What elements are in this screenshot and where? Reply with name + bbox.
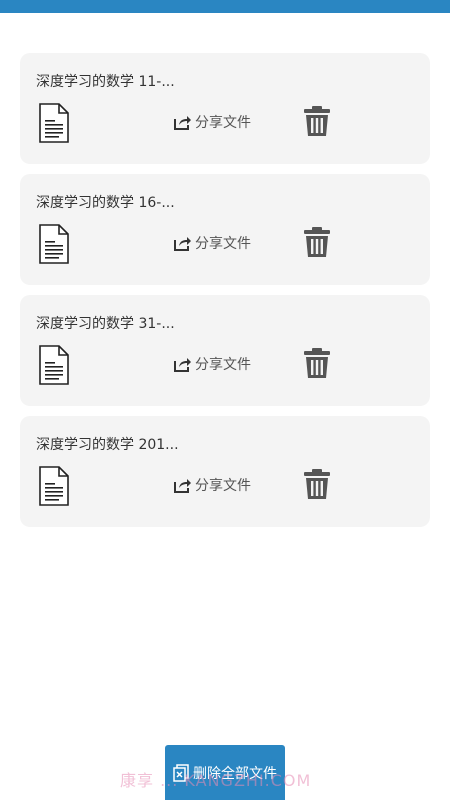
share-file-button[interactable]: 分享文件 xyxy=(174,353,251,375)
file-card[interactable]: 深度学习的数学 201... 分享文件 xyxy=(20,416,430,527)
delete-all-icon xyxy=(173,763,189,782)
delete-all-files-button[interactable]: 删除全部文件 xyxy=(165,745,285,800)
share-file-label: 分享文件 xyxy=(195,357,251,373)
file-title: 深度学习的数学 201... xyxy=(36,437,179,453)
trash-icon[interactable] xyxy=(303,226,331,258)
share-icon xyxy=(174,237,191,251)
file-card[interactable]: 深度学习的数学 11-... 分享文件 xyxy=(20,53,430,164)
share-file-button[interactable]: 分享文件 xyxy=(174,111,251,133)
file-title: 深度学习的数学 16-... xyxy=(36,195,175,211)
trash-icon[interactable] xyxy=(303,468,331,500)
file-list: 深度学习的数学 11-... 分享文件 深度学习的数学 16-... 分享文件 … xyxy=(20,53,430,537)
share-file-label: 分享文件 xyxy=(195,236,251,252)
document-icon xyxy=(39,103,69,143)
share-icon xyxy=(174,116,191,130)
file-card[interactable]: 深度学习的数学 31-... 分享文件 xyxy=(20,295,430,406)
share-icon xyxy=(174,358,191,372)
file-title: 深度学习的数学 31-... xyxy=(36,316,175,332)
document-icon xyxy=(39,345,69,385)
status-bar xyxy=(0,0,450,13)
trash-icon[interactable] xyxy=(303,347,331,379)
share-file-label: 分享文件 xyxy=(195,115,251,131)
file-card[interactable]: 深度学习的数学 16-... 分享文件 xyxy=(20,174,430,285)
share-file-button[interactable]: 分享文件 xyxy=(174,474,251,496)
share-file-label: 分享文件 xyxy=(195,478,251,494)
delete-all-files-label: 删除全部文件 xyxy=(193,765,277,782)
document-icon xyxy=(39,466,69,506)
document-icon xyxy=(39,224,69,264)
share-file-button[interactable]: 分享文件 xyxy=(174,232,251,254)
file-title: 深度学习的数学 11-... xyxy=(36,74,175,90)
trash-icon[interactable] xyxy=(303,105,331,137)
share-icon xyxy=(174,479,191,493)
